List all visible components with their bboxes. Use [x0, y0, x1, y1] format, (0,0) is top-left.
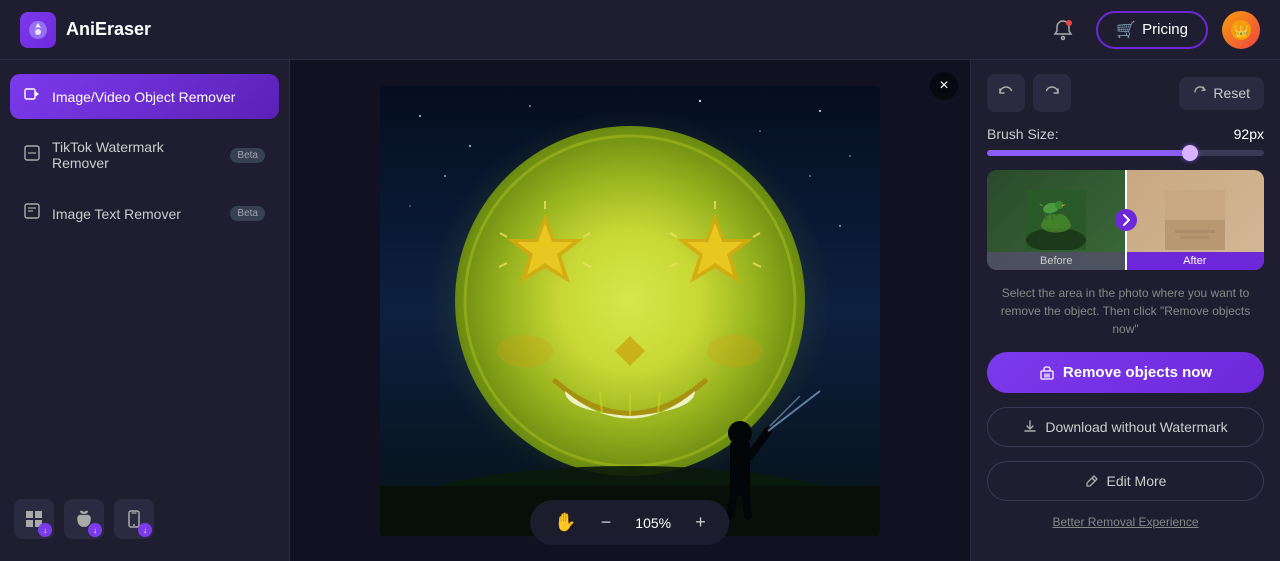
zoom-out-button[interactable]: −: [597, 508, 616, 537]
canvas-toolbar: ✋ − 105% +: [530, 500, 729, 545]
logo-icon: [20, 12, 56, 48]
zoom-plus-icon: +: [695, 512, 706, 533]
sidebar-item-label-1: Image/Video Object Remover: [52, 89, 265, 105]
instruction-text: Select the area in the photo where you w…: [987, 284, 1264, 338]
video-icon: [24, 86, 40, 107]
sidebar-item-image-video-remover[interactable]: Image/Video Object Remover: [10, 74, 279, 119]
sidebar-item-label-3: Image Text Remover: [52, 206, 218, 222]
avatar-icon: 👑: [1230, 19, 1252, 41]
notification-button[interactable]: [1044, 11, 1082, 49]
canvas-svg: [380, 86, 880, 536]
bell-icon: [1052, 19, 1074, 41]
cart-icon: 🛒: [1116, 20, 1136, 40]
download-label: Download without Watermark: [1045, 419, 1227, 435]
avatar[interactable]: 👑: [1222, 11, 1260, 49]
pricing-button[interactable]: 🛒 Pricing: [1096, 11, 1208, 49]
reset-button[interactable]: Reset: [1179, 77, 1264, 110]
edit-more-label: Edit More: [1107, 473, 1167, 489]
edit-more-button[interactable]: Edit More: [987, 461, 1264, 501]
preview-after-image: [1165, 190, 1225, 250]
remove-objects-button[interactable]: Remove objects now: [987, 352, 1264, 393]
brush-size-value: 92px: [1234, 126, 1264, 142]
remove-objects-label: Remove objects now: [1063, 364, 1212, 381]
undo-button[interactable]: [987, 74, 1025, 112]
close-button[interactable]: ×: [930, 72, 958, 100]
pricing-label: Pricing: [1142, 21, 1188, 38]
windows-download-badge: ↓: [38, 523, 52, 537]
zoom-level: 105%: [631, 515, 675, 531]
svg-text:👑: 👑: [1234, 24, 1249, 38]
zoom-minus-icon: −: [601, 512, 612, 533]
before-label: Before: [987, 252, 1126, 270]
right-panel: Reset Brush Size: 92px: [970, 60, 1280, 561]
edit-icon: [1085, 474, 1099, 488]
sidebar-item-tiktok-remover[interactable]: TikTok Watermark Remover Beta: [10, 127, 279, 183]
panel-toolbar: Reset: [987, 74, 1264, 112]
beta-badge-text: Beta: [230, 206, 265, 221]
close-icon: ×: [939, 77, 948, 95]
undo-icon: [998, 85, 1014, 101]
download-icon: [1023, 420, 1037, 434]
preview-image: Before After: [987, 170, 1264, 270]
ios-download-button[interactable]: ↓: [114, 499, 154, 539]
text-remover-icon: [24, 203, 40, 224]
reset-icon: [1193, 85, 1207, 102]
redo-button[interactable]: [1033, 74, 1071, 112]
beta-badge-tiktok: Beta: [230, 148, 265, 163]
header: AniEraser 🛒 Pricing 👑: [0, 0, 1280, 60]
main-body: Image/Video Object Remover TikTok Waterm…: [0, 60, 1280, 561]
brush-size-label: Brush Size:: [987, 126, 1059, 142]
preview-section: Before After: [987, 170, 1264, 270]
app-title: AniEraser: [66, 19, 151, 40]
ios-download-badge: ↓: [138, 523, 152, 537]
remove-icon: [1039, 365, 1055, 381]
sidebar-item-label-2: TikTok Watermark Remover: [52, 139, 218, 171]
mac-download-badge: ↓: [88, 523, 102, 537]
reset-label: Reset: [1213, 85, 1250, 101]
preview-arrow: [1115, 209, 1137, 231]
tiktok-icon: [24, 145, 40, 166]
brush-size-slider[interactable]: [987, 150, 1264, 156]
canvas-area[interactable]: ×: [290, 60, 970, 561]
canvas-image: [380, 86, 880, 536]
download-button[interactable]: Download without Watermark: [987, 407, 1264, 447]
brush-section: Brush Size: 92px: [987, 126, 1264, 156]
better-removal-link[interactable]: Better Removal Experience: [987, 515, 1264, 529]
zoom-in-button[interactable]: +: [691, 508, 710, 537]
brush-header: Brush Size: 92px: [987, 126, 1264, 142]
header-right: 🛒 Pricing 👑: [1044, 11, 1260, 49]
redo-icon: [1044, 85, 1060, 101]
sidebar: Image/Video Object Remover TikTok Waterm…: [0, 60, 290, 561]
sidebar-items: Image/Video Object Remover TikTok Waterm…: [10, 74, 279, 236]
header-left: AniEraser: [20, 12, 151, 48]
hand-icon: ✋: [554, 512, 576, 533]
preview-before-image: [1026, 190, 1086, 250]
after-label: After: [1126, 252, 1265, 270]
sidebar-item-image-text-remover[interactable]: Image Text Remover Beta: [10, 191, 279, 236]
hand-tool-button[interactable]: ✋: [550, 508, 580, 537]
mac-download-button[interactable]: ↓: [64, 499, 104, 539]
sidebar-footer: ↓ ↓ ↓: [10, 491, 279, 547]
windows-download-button[interactable]: ↓: [14, 499, 54, 539]
